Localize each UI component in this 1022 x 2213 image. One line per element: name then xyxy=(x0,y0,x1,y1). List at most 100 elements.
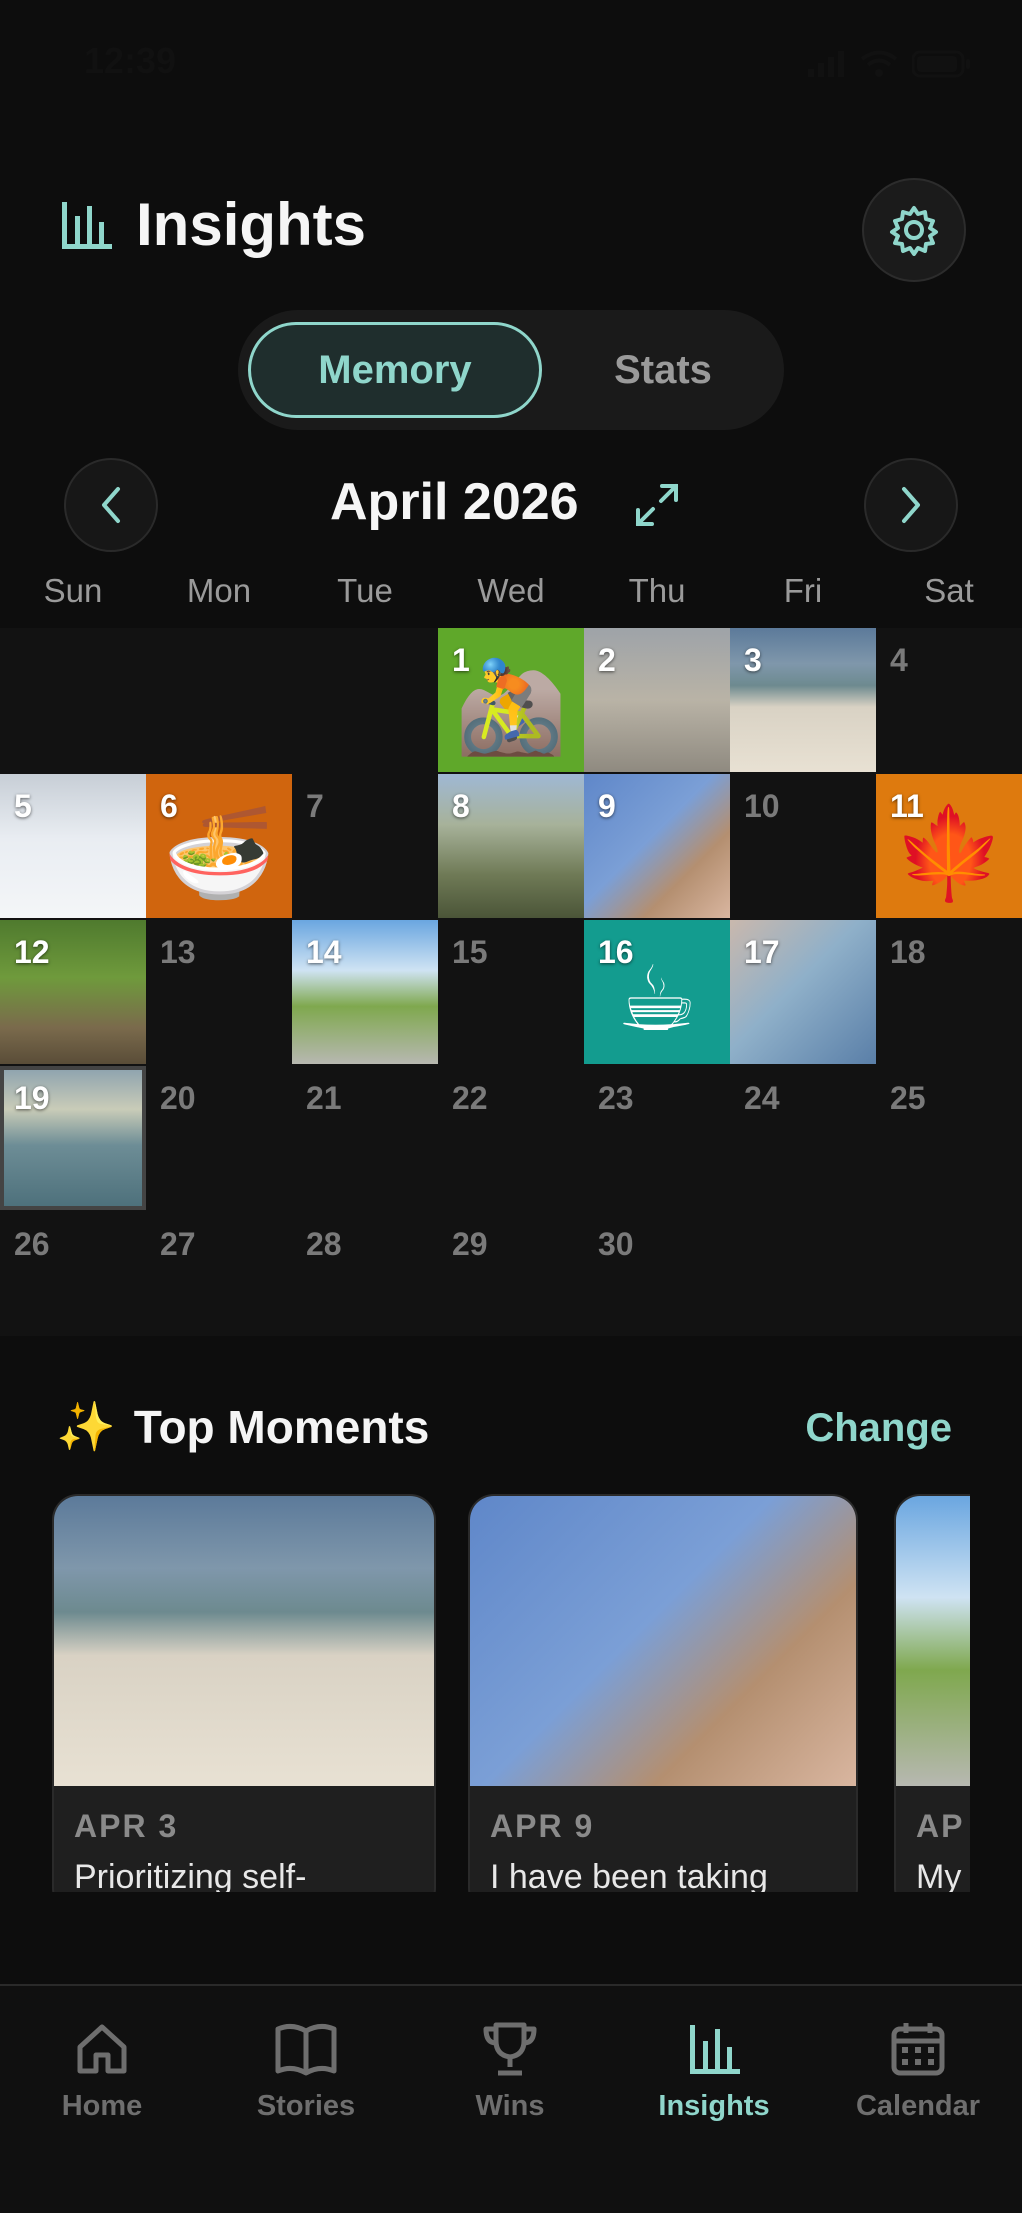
day-number: 13 xyxy=(160,934,196,970)
next-month-button[interactable] xyxy=(864,458,958,552)
day-number: 12 xyxy=(14,934,50,970)
moment-card[interactable]: APR 9 I have been taking xyxy=(468,1494,858,1892)
calendar-day[interactable]: 12 xyxy=(0,920,146,1064)
day-number: 22 xyxy=(452,1080,488,1116)
calendar-day[interactable]: 21 xyxy=(292,1066,438,1210)
home-icon xyxy=(77,2024,127,2074)
moment-photo xyxy=(896,1496,970,1786)
moment-card[interactable]: AP My xyxy=(894,1494,970,1892)
calendar-day[interactable]: 14 xyxy=(292,920,438,1064)
calendar-day[interactable]: 10 xyxy=(730,774,876,918)
calendar-day[interactable]: 18 xyxy=(876,920,1022,1064)
calendar-day[interactable]: 19 xyxy=(0,1066,146,1210)
calendar-day[interactable]: 24 xyxy=(730,1066,876,1210)
calendar-day[interactable]: 🍁 11 xyxy=(876,774,1022,918)
status-icons xyxy=(806,50,972,78)
calendar-day[interactable]: 27 xyxy=(146,1212,292,1356)
moment-photo xyxy=(470,1496,856,1786)
bottom-tab-bar: Home Stories Wins Insights Calendar xyxy=(0,1984,1022,2213)
calendar-day[interactable]: ☕ 16 xyxy=(584,920,730,1064)
calendar-day[interactable]: 3 xyxy=(730,628,876,772)
view-segmented-control: Memory Stats xyxy=(238,310,784,430)
day-number: 24 xyxy=(744,1080,780,1116)
calendar-day[interactable]: 28 xyxy=(292,1212,438,1356)
tab-memory[interactable]: Memory xyxy=(248,322,542,418)
tab-wins[interactable]: Wins xyxy=(408,2014,612,2123)
calendar-day[interactable]: 🍜 6 xyxy=(146,774,292,918)
moment-date: AP xyxy=(916,1808,965,1844)
weekday-label: Sat xyxy=(924,572,974,609)
tab-label: Calendar xyxy=(855,2090,981,2122)
day-number: 10 xyxy=(744,788,780,824)
calendar-day[interactable]: 7 xyxy=(292,774,438,918)
calendar-day[interactable]: 29 xyxy=(438,1212,584,1356)
calendar-day[interactable]: 30 xyxy=(584,1212,730,1356)
calendar-day[interactable]: 17 xyxy=(730,920,876,1064)
calendar-day[interactable]: 23 xyxy=(584,1066,730,1210)
calendar-day[interactable]: 9 xyxy=(584,774,730,918)
tab-stats[interactable]: Stats xyxy=(558,322,768,418)
tab-stories[interactable]: Stories xyxy=(204,2014,408,2123)
gear-icon xyxy=(890,206,938,256)
page-title: Insights xyxy=(136,191,367,258)
day-number: 27 xyxy=(160,1226,196,1262)
calendar-day[interactable]: 8 xyxy=(438,774,584,918)
chevron-left-icon xyxy=(102,487,120,523)
day-number: 23 xyxy=(598,1080,634,1116)
tab-insights[interactable]: Insights xyxy=(612,2014,816,2123)
top-moments-title: Top Moments xyxy=(133,1400,430,1453)
weekday-label: Mon xyxy=(186,572,252,609)
page-header: Insights xyxy=(56,190,366,259)
day-number: 8 xyxy=(452,788,470,824)
day-number: 26 xyxy=(14,1226,50,1262)
calendar-day[interactable]: 4 xyxy=(876,628,1022,772)
calendar-day[interactable]: 5 xyxy=(0,774,146,918)
tab-label: Wins xyxy=(475,2090,545,2122)
calendar-day[interactable]: 13 xyxy=(146,920,292,1064)
day-number: 28 xyxy=(306,1226,342,1262)
trophy-icon xyxy=(483,2022,537,2076)
day-number: 14 xyxy=(306,934,342,970)
tab-home[interactable]: Home xyxy=(0,2014,204,2123)
settings-button[interactable] xyxy=(862,178,966,282)
weekday-label: Tue xyxy=(337,572,393,609)
day-number: 30 xyxy=(598,1226,634,1262)
weekday-label: Sun xyxy=(43,572,103,609)
moment-text: Prioritizing self- xyxy=(74,1858,307,1892)
sparkles-icon: ✨ xyxy=(56,1401,116,1454)
bar-chart-icon xyxy=(690,2025,740,2074)
calendar-icon xyxy=(891,2023,945,2076)
chevron-right-icon xyxy=(902,487,920,523)
day-number: 19 xyxy=(14,1080,50,1116)
top-moments-header: ✨ Top Moments xyxy=(56,1398,429,1455)
month-title: April 2026 xyxy=(330,473,579,531)
tab-label: Insights xyxy=(658,2090,770,2122)
calendar-day[interactable]: 2 xyxy=(584,628,730,772)
moment-date: APR 9 xyxy=(490,1808,595,1844)
book-icon xyxy=(275,2023,337,2076)
change-button[interactable]: Change xyxy=(805,1406,952,1451)
day-number: 1 xyxy=(452,642,470,678)
tab-label: Home xyxy=(61,2090,143,2122)
tab-calendar[interactable]: Calendar xyxy=(816,2014,1020,2123)
calendar-day[interactable]: 22 xyxy=(438,1066,584,1210)
expand-icon[interactable] xyxy=(634,482,680,528)
calendar-day[interactable]: 26 xyxy=(0,1212,146,1356)
tab-label: Stories xyxy=(256,2090,356,2122)
day-number: 21 xyxy=(306,1080,342,1116)
bar-chart-icon xyxy=(62,201,112,249)
calendar-day[interactable]: 15 xyxy=(438,920,584,1064)
previous-month-button[interactable] xyxy=(64,458,158,552)
day-number: 3 xyxy=(744,642,762,678)
calendar-day[interactable]: 🚵 1 xyxy=(438,628,584,772)
moment-text: My xyxy=(916,1858,962,1892)
top-moments-carousel[interactable]: APR 3 Prioritizing self- APR 9 I have be… xyxy=(52,1494,970,1892)
moment-text: I have been taking xyxy=(490,1858,768,1892)
wifi-icon xyxy=(860,50,898,77)
calendar-day[interactable]: 25 xyxy=(876,1066,1022,1210)
moment-card[interactable]: APR 3 Prioritizing self- xyxy=(52,1494,436,1892)
calendar-day[interactable]: 20 xyxy=(146,1066,292,1210)
moment-date: APR 3 xyxy=(74,1808,179,1844)
day-number: 20 xyxy=(160,1080,196,1116)
day-number: 29 xyxy=(452,1226,488,1262)
